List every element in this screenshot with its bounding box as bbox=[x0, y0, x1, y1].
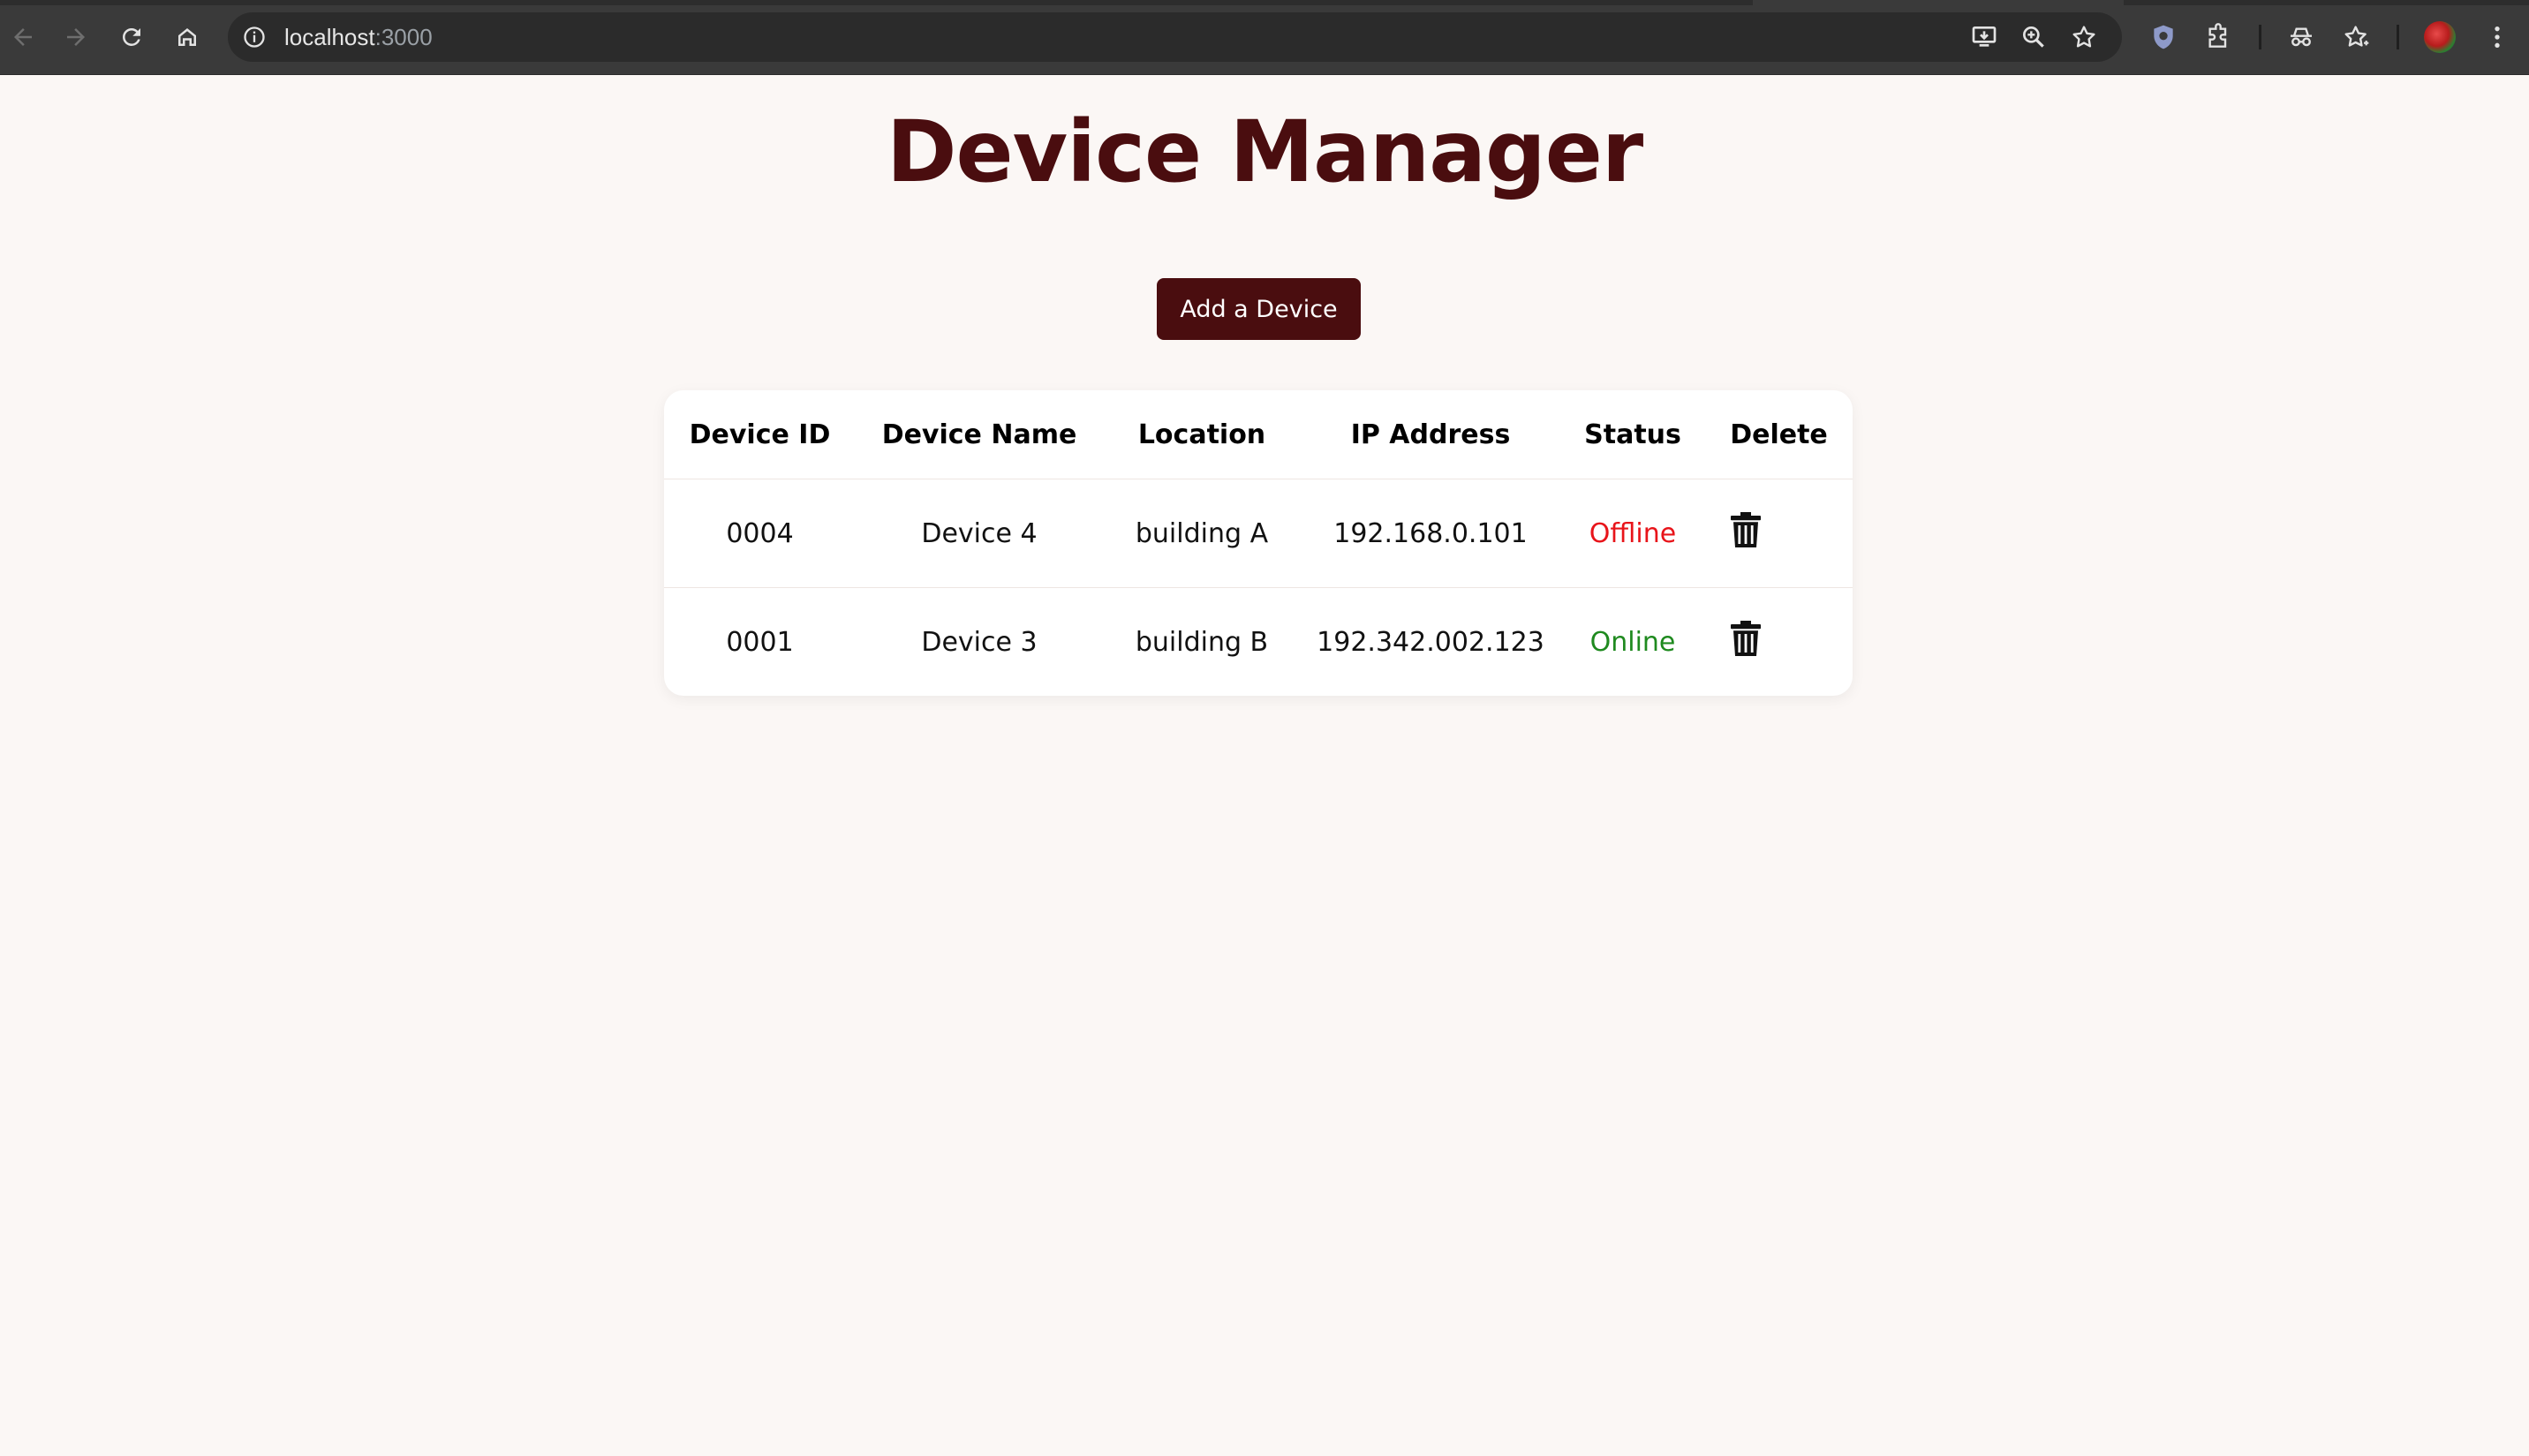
header-status: Status bbox=[1560, 390, 1705, 479]
header-location: Location bbox=[1103, 390, 1301, 479]
header-device-id: Device ID bbox=[664, 390, 856, 479]
cell-delete bbox=[1705, 588, 1853, 697]
browser-toolbar: localhost:3000 bbox=[0, 0, 2529, 75]
add-device-button[interactable]: Add a Device bbox=[1157, 278, 1361, 340]
cell-device-name: Device 4 bbox=[856, 479, 1103, 588]
menu-kebab-icon[interactable] bbox=[2480, 19, 2515, 55]
active-tab-indicator bbox=[1753, 0, 2124, 5]
header-ip-address: IP Address bbox=[1301, 390, 1560, 479]
profile-avatar[interactable] bbox=[2424, 21, 2456, 53]
url-host: localhost bbox=[284, 24, 375, 50]
url-text: localhost:3000 bbox=[284, 23, 433, 51]
cell-status: Online bbox=[1589, 626, 1676, 658]
devices-table-card: Device ID Device Name Location IP Addres… bbox=[664, 390, 1853, 696]
cell-device-id: 0004 bbox=[664, 479, 856, 588]
reading-list-icon[interactable] bbox=[2339, 19, 2374, 55]
home-icon[interactable] bbox=[170, 19, 205, 55]
cell-ip-address: 192.168.0.101 bbox=[1301, 479, 1560, 588]
back-icon[interactable] bbox=[5, 19, 41, 55]
table-row: 0001 Device 3 building B 192.342.002.123… bbox=[664, 588, 1853, 697]
header-delete: Delete bbox=[1705, 390, 1853, 479]
bookmark-star-icon[interactable] bbox=[2070, 23, 2098, 51]
shield-extension-icon[interactable] bbox=[2146, 19, 2181, 55]
header-device-name: Device Name bbox=[856, 390, 1103, 479]
cell-device-id: 0001 bbox=[726, 626, 794, 658]
info-icon[interactable] bbox=[242, 25, 267, 49]
page-title: Device Manager bbox=[886, 102, 1643, 201]
table-header-row: Device ID Device Name Location IP Addres… bbox=[664, 390, 1853, 479]
cell-delete bbox=[1705, 479, 1853, 588]
extensions-puzzle-icon[interactable] bbox=[2201, 19, 2236, 55]
trash-icon[interactable] bbox=[1731, 512, 1761, 547]
reload-icon[interactable] bbox=[114, 19, 149, 55]
toolbar-separator bbox=[2259, 25, 2261, 49]
tab-strip bbox=[0, 0, 2529, 5]
cell-device-name: Device 3 bbox=[921, 626, 1038, 658]
cell-status: Offline bbox=[1560, 479, 1705, 588]
install-icon[interactable] bbox=[1970, 23, 1998, 51]
forward-icon[interactable] bbox=[58, 19, 94, 55]
toolbar-separator bbox=[2397, 25, 2399, 49]
table-row: 0004 Device 4 building A 192.168.0.101 O… bbox=[664, 479, 1853, 588]
cell-location: building B bbox=[1135, 626, 1269, 658]
url-port: :3000 bbox=[374, 24, 433, 50]
address-bar[interactable]: localhost:3000 bbox=[228, 12, 2122, 62]
zoom-icon[interactable] bbox=[2019, 23, 2048, 51]
incognito-icon[interactable] bbox=[2284, 19, 2319, 55]
devices-table: Device ID Device Name Location IP Addres… bbox=[664, 390, 1853, 696]
cell-ip-address: 192.342.002.123 bbox=[1317, 626, 1544, 658]
cell-location: building A bbox=[1103, 479, 1301, 588]
trash-icon[interactable] bbox=[1731, 621, 1761, 656]
